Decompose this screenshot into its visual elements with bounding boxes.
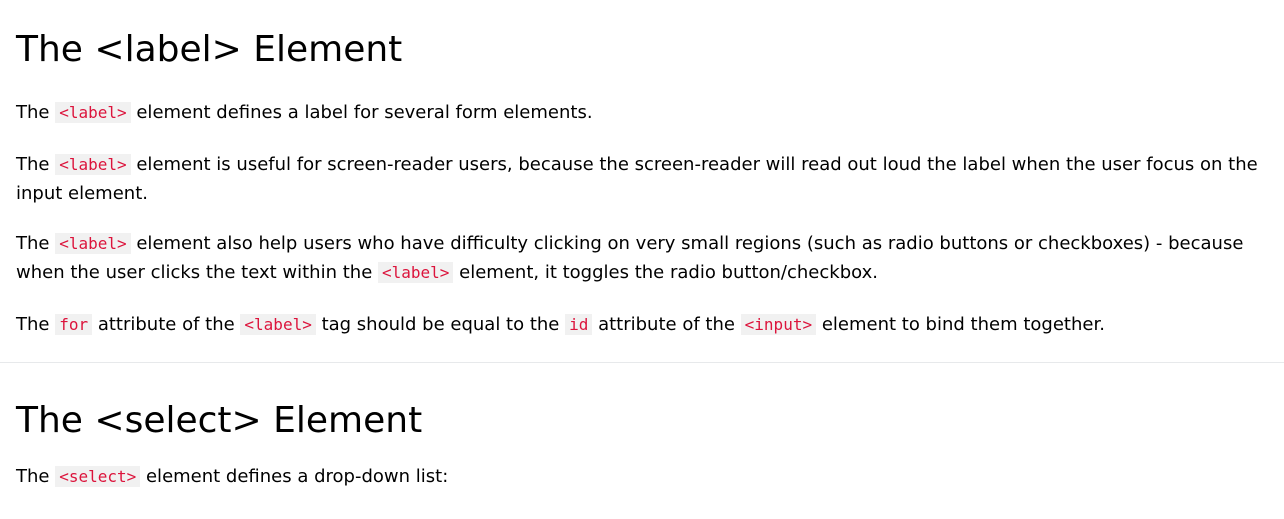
text-segment: element defines a label for several form… xyxy=(130,102,593,123)
inline-code: <label> xyxy=(240,314,316,335)
text-segment: The xyxy=(16,233,56,254)
text-segment: The xyxy=(16,466,56,487)
inline-code: for xyxy=(55,314,93,335)
label-paragraph-3: The <label> element also help users who … xyxy=(16,229,1268,287)
text-segment: element to bind them together. xyxy=(816,314,1105,335)
select-section: The <select> Element The <select> elemen… xyxy=(0,363,1284,491)
text-segment: attribute of the xyxy=(592,314,741,335)
inline-code: <label> xyxy=(55,102,131,123)
inline-code: <label> xyxy=(378,262,454,283)
label-paragraph-4: The for attribute of the <label> tag sho… xyxy=(16,310,1268,339)
select-paragraph-1: The <select> element defines a drop-down… xyxy=(16,462,1268,491)
select-section-heading: The <select> Element xyxy=(16,400,423,441)
label-paragraph-1: The <label> element defines a label for … xyxy=(16,98,1268,127)
inline-code: <label> xyxy=(55,154,131,175)
label-section-heading: The <label> Element xyxy=(16,29,403,70)
text-segment: attribute of the xyxy=(92,314,241,335)
text-segment: tag should be equal to the xyxy=(315,314,566,335)
label-section: The <label> Element The <label> element … xyxy=(0,0,1284,339)
label-paragraph-2: The <label> element is useful for screen… xyxy=(16,150,1268,208)
text-segment: element defines a drop-down list: xyxy=(140,466,449,487)
inline-code: <input> xyxy=(740,314,817,335)
text-segment: element is useful for screen-reader user… xyxy=(16,154,1258,204)
text-segment: element, it toggles the radio button/che… xyxy=(453,262,878,283)
inline-code: <label> xyxy=(55,233,131,254)
text-segment: The xyxy=(16,314,56,335)
text-segment: The xyxy=(16,102,56,123)
inline-code: id xyxy=(565,314,593,335)
text-segment: The xyxy=(16,154,56,175)
inline-code: <select> xyxy=(55,466,141,487)
